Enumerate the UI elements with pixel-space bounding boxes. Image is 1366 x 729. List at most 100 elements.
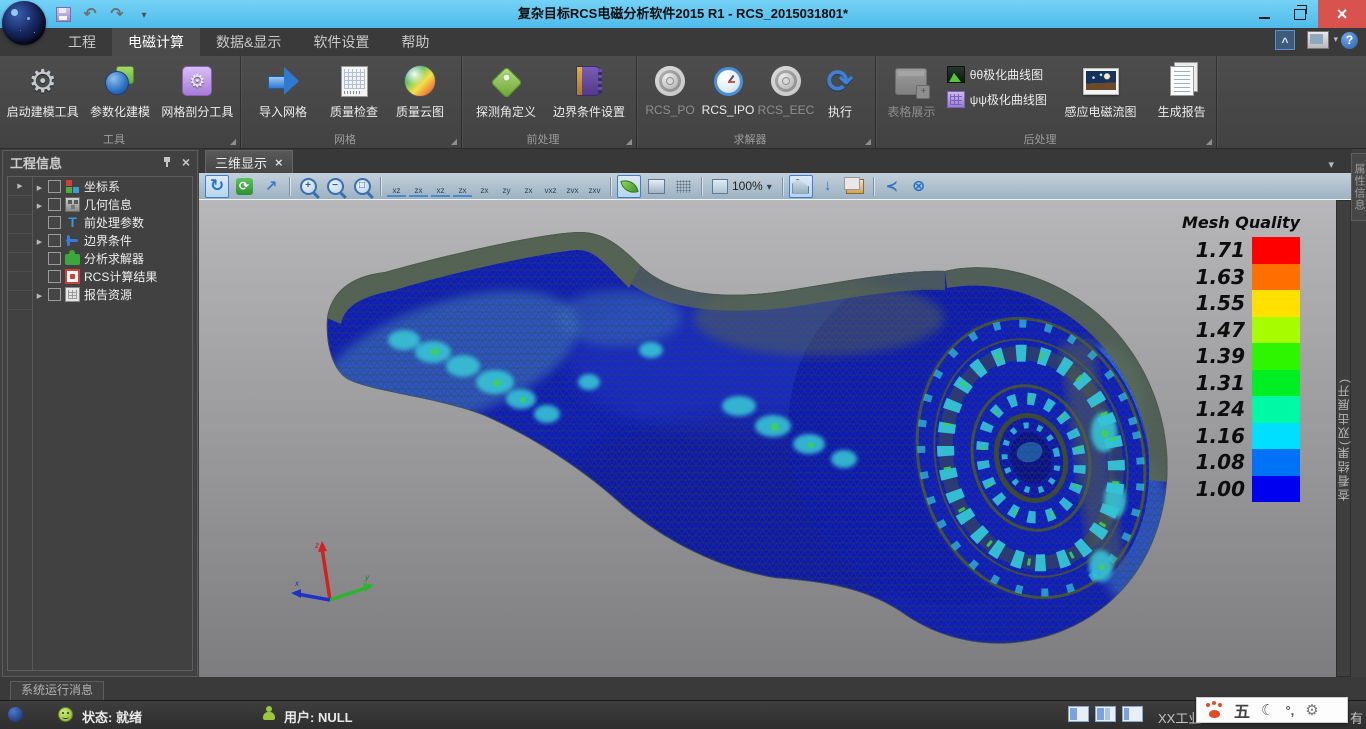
psi-polarization-curve-button[interactable]: ψψ极化曲线图: [947, 91, 1047, 108]
close-view-button[interactable]: [907, 175, 931, 198]
ime-settings-gear-icon[interactable]: [1305, 701, 1318, 719]
clip-plane-button[interactable]: [789, 175, 813, 198]
rotate-button[interactable]: [205, 175, 229, 198]
checkbox[interactable]: [48, 180, 61, 193]
save-button[interactable]: [54, 5, 72, 23]
view-orientation-button[interactable]: zvx: [563, 176, 582, 197]
launch-modeling-tool-button[interactable]: 启动建模工具: [4, 60, 81, 120]
points-mode-button[interactable]: [671, 175, 695, 198]
tab-em-compute[interactable]: 电磁计算: [112, 28, 200, 56]
checkbox[interactable]: [48, 252, 61, 265]
dialog-launcher-icon[interactable]: [626, 137, 632, 146]
collapse-ribbon-button[interactable]: [1275, 30, 1295, 50]
rcs-eec-button[interactable]: RCS_EEC: [757, 60, 815, 117]
undo-button[interactable]: [81, 5, 99, 23]
rcs-po-button[interactable]: RCS_PO: [641, 60, 699, 117]
layout-split-button[interactable]: [1095, 706, 1116, 722]
flat-mode-button[interactable]: [644, 175, 668, 198]
tree-item-coordinate-system[interactable]: 坐标系: [33, 177, 192, 195]
dialog-launcher-icon[interactable]: [1206, 137, 1212, 146]
moon-icon[interactable]: [1261, 701, 1274, 719]
panel-close-icon[interactable]: [182, 154, 190, 170]
layout-thin-button[interactable]: [1122, 706, 1143, 722]
tree-item-geometry-info[interactable]: 几何信息: [33, 195, 192, 213]
view-orientation-button[interactable]: zxv: [585, 176, 604, 197]
checkbox[interactable]: [48, 198, 61, 211]
execute-button[interactable]: 执行: [815, 60, 865, 120]
theta-polarization-curve-button[interactable]: θθ极化曲线图: [947, 66, 1047, 83]
import-mesh-button[interactable]: 导入网格: [245, 60, 321, 120]
close-button[interactable]: [1318, 0, 1366, 28]
spin-button[interactable]: [232, 175, 256, 198]
dialog-launcher-icon[interactable]: [451, 137, 457, 146]
redo-button[interactable]: [108, 5, 126, 23]
ime-mode-button[interactable]: 五: [1234, 698, 1250, 722]
minimize-button[interactable]: [1246, 0, 1282, 28]
import-view-button[interactable]: [816, 175, 840, 198]
expand-arrow-icon[interactable]: [35, 177, 44, 195]
snapshot-button[interactable]: [843, 175, 867, 198]
tree-item-analysis-solver[interactable]: 分析求解器: [33, 249, 192, 267]
results-panel-collapsed-bar[interactable]: 查看结果(双击展开): [1336, 200, 1351, 677]
zoom-level-select[interactable]: 100%: [708, 176, 776, 197]
shaded-mode-button[interactable]: [617, 175, 641, 198]
quality-cloud-map-button[interactable]: 质量云图: [387, 60, 453, 120]
boundary-condition-button[interactable]: 边界条件设置: [546, 60, 632, 120]
display-style-button[interactable]: [1307, 31, 1329, 49]
view-orientation-button[interactable]: zy: [497, 176, 516, 197]
zoom-out-button[interactable]: −: [323, 175, 347, 198]
zoom-fit-button[interactable]: □: [350, 175, 374, 198]
view-orientation-button[interactable]: zx: [453, 176, 472, 197]
quality-check-button[interactable]: 质量检查: [321, 60, 387, 120]
tab-project[interactable]: 工程: [52, 28, 112, 56]
rcs-ipo-button[interactable]: RCS_IPO: [699, 60, 757, 117]
probe-angle-button[interactable]: 探测角定义: [466, 60, 546, 120]
view-orientation-button[interactable]: zx: [519, 176, 538, 197]
view-orientation-button[interactable]: xz: [387, 176, 406, 197]
expand-arrow-icon[interactable]: [35, 285, 44, 303]
mesh-partition-tool-button[interactable]: 网格剖分工具: [159, 60, 236, 120]
view-orientation-button[interactable]: zx: [409, 176, 428, 197]
tab-help[interactable]: 帮助: [385, 28, 445, 56]
parametric-modeling-button[interactable]: 参数化建模: [81, 60, 158, 120]
share-button[interactable]: [880, 175, 904, 198]
induced-current-map-button[interactable]: 感应电磁流图: [1055, 60, 1146, 120]
ribbon-group-label: 求解器: [641, 131, 859, 147]
ime-punctuation-button[interactable]: °,: [1285, 703, 1294, 718]
expand-arrow-icon[interactable]: [35, 195, 44, 213]
tab-3d-display[interactable]: 三维显示: [205, 150, 293, 173]
system-messages-tab[interactable]: 系统运行消息: [10, 681, 104, 701]
app-logo[interactable]: [2, 1, 46, 45]
restore-button[interactable]: [1282, 0, 1318, 28]
help-icon[interactable]: ?: [1341, 32, 1358, 49]
tree-item-preprocess-params[interactable]: T 前处理参数: [33, 213, 192, 231]
pan-button[interactable]: [259, 175, 283, 198]
zoom-in-button[interactable]: +: [296, 175, 320, 198]
checkbox[interactable]: [48, 288, 61, 301]
layout-left-button[interactable]: [1068, 706, 1089, 722]
expand-arrow-icon[interactable]: [35, 231, 44, 249]
quick-access-dropdown[interactable]: [135, 5, 153, 23]
checkbox[interactable]: [48, 216, 61, 229]
tab-settings[interactable]: 软件设置: [297, 28, 385, 56]
tree-item-boundary-conditions[interactable]: 边界条件: [33, 231, 192, 249]
tab-data-display[interactable]: 数据&显示: [200, 28, 297, 56]
pin-icon[interactable]: [162, 157, 172, 168]
checkbox[interactable]: [48, 234, 61, 247]
view-orientation-button[interactable]: vxz: [541, 176, 560, 197]
generate-report-button[interactable]: 生成报告: [1151, 60, 1212, 120]
gutter-expand-icon[interactable]: [8, 177, 32, 196]
dialog-launcher-icon[interactable]: [230, 137, 236, 146]
3d-viewport-canvas[interactable]: z y x Mesh Quality 1.71 1.63 1.55 1.47 1…: [199, 200, 1336, 677]
dialog-launcher-icon[interactable]: [865, 137, 871, 146]
checkbox[interactable]: [48, 270, 61, 283]
properties-panel-tab[interactable]: 属性信息: [1351, 153, 1366, 221]
tree-item-rcs-results[interactable]: RCS计算结果: [33, 267, 192, 285]
tab-list-dropdown-icon[interactable]: [1328, 155, 1334, 173]
table-display-button[interactable]: 表格展示: [880, 60, 943, 120]
tab-close-icon[interactable]: [275, 155, 283, 170]
view-orientation-button[interactable]: xz: [431, 176, 450, 197]
tree-item-report-resources[interactable]: 报告资源: [33, 285, 192, 303]
ime-logo-paw-icon[interactable]: [1206, 702, 1223, 718]
view-orientation-button[interactable]: zx: [475, 176, 494, 197]
